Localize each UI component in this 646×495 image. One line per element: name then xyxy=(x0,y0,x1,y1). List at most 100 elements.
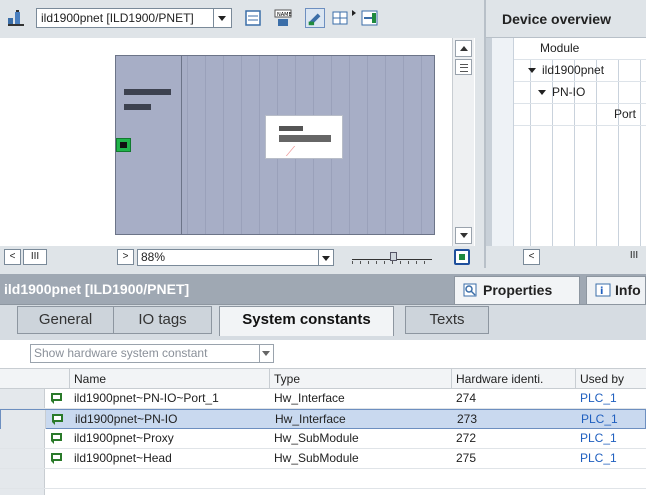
constant-icon xyxy=(52,414,63,425)
filter-select[interactable]: Show hardware system constant xyxy=(30,344,260,363)
cell-hwid[interactable]: 273 xyxy=(453,410,577,429)
table-row[interactable]: ild1900pnet~Head Hw_SubModule 275 PLC_1 xyxy=(0,449,646,469)
column-header-used-by[interactable]: Used by xyxy=(576,369,646,389)
network-view-icon[interactable] xyxy=(6,8,26,28)
properties-icon xyxy=(463,283,477,297)
hardware-config-window: ild1900pnet [ILD1900/PNET] NAME < III > … xyxy=(0,0,646,495)
zoom-dropdown[interactable] xyxy=(319,249,334,266)
module-part xyxy=(285,146,307,156)
cell-used-by-link[interactable]: PLC_1 xyxy=(576,429,646,448)
slider-knob[interactable] xyxy=(390,252,397,261)
table-row-empty[interactable] xyxy=(0,469,646,489)
grid-icon[interactable] xyxy=(330,8,350,28)
constant-icon xyxy=(51,433,62,444)
tab-properties-label: Properties xyxy=(483,282,553,298)
tab-info[interactable]: i Info xyxy=(586,276,646,304)
device-overview-icon[interactable] xyxy=(243,8,263,28)
constant-icon xyxy=(51,453,62,464)
overview-title: Device overview xyxy=(502,11,611,27)
device-select-dropdown[interactable] xyxy=(214,8,232,28)
horizontal-scroll-thumb[interactable]: III xyxy=(23,249,47,265)
column-header-hwid[interactable]: Hardware identi. xyxy=(452,369,576,389)
cell-type[interactable]: Hw_Interface xyxy=(271,410,453,429)
overview-row-pnio[interactable]: PN-IO xyxy=(514,82,646,104)
row-header[interactable] xyxy=(0,449,45,468)
overview-row-port[interactable]: Port xyxy=(514,104,646,126)
row-header[interactable] xyxy=(0,469,45,488)
tab-io-tags[interactable]: IO tags xyxy=(113,306,212,334)
overview-toggle-icon[interactable] xyxy=(360,8,380,28)
cell-type[interactable]: Hw_SubModule xyxy=(270,449,452,468)
object-title: ild1900pnet [ILD1900/PNET] xyxy=(4,281,190,297)
device-overview-panel: Device overview Module ild1900pnet PN-IO… xyxy=(484,0,646,268)
scroll-left-button[interactable]: < xyxy=(523,249,540,265)
overview-header-module[interactable]: Module xyxy=(514,38,646,60)
overview-row-device[interactable]: ild1900pnet xyxy=(514,60,646,82)
device-canvas-area xyxy=(0,38,475,246)
scroll-up-button[interactable] xyxy=(455,40,472,57)
row-header[interactable] xyxy=(0,429,45,448)
tab-info-label: Info xyxy=(615,282,641,298)
cell-hwid[interactable]: 275 xyxy=(452,449,576,468)
cell-used-by-link[interactable]: PLC_1 xyxy=(576,389,646,408)
tab-texts[interactable]: Texts xyxy=(405,306,489,334)
scroll-right-button[interactable]: > xyxy=(117,249,134,265)
device-module[interactable] xyxy=(265,115,343,159)
row-header[interactable] xyxy=(0,389,45,408)
svg-text:NAME: NAME xyxy=(277,12,292,18)
show-tags-icon[interactable] xyxy=(305,8,325,28)
rack-head[interactable] xyxy=(116,56,182,234)
rack-label-bar xyxy=(124,89,171,95)
name-icon[interactable]: NAME xyxy=(273,8,293,28)
tab-system-constants[interactable]: System constants xyxy=(219,306,394,336)
table-row[interactable]: ild1900pnet~Proxy Hw_SubModule 272 PLC_1 xyxy=(0,429,646,449)
overview-horizontal-scrollbar[interactable]: < III xyxy=(486,246,646,268)
canvas-vertical-scrollbar[interactable] xyxy=(452,38,474,246)
cell-hwid[interactable]: 274 xyxy=(452,389,576,408)
column-header-name[interactable]: Name xyxy=(70,369,270,389)
module-part xyxy=(279,126,303,131)
cell-hwid[interactable]: 272 xyxy=(452,429,576,448)
expand-icon[interactable] xyxy=(538,90,546,96)
overview-left-strip xyxy=(486,38,492,246)
header-row-corner xyxy=(0,369,70,389)
table-row[interactable]: ild1900pnet~PN-IO~Port_1 Hw_Interface 27… xyxy=(0,389,646,409)
cell-name[interactable]: ild1900pnet~PN-IO xyxy=(71,410,271,429)
scroll-thumb[interactable] xyxy=(455,59,472,75)
row-header[interactable] xyxy=(1,410,46,429)
horizontal-scroll-thumb[interactable]: III xyxy=(622,249,646,265)
tab-properties[interactable]: Properties xyxy=(454,276,580,304)
constant-icon xyxy=(51,393,62,404)
svg-text:i: i xyxy=(600,286,603,297)
table-header: Name Type Hardware identi. Used by xyxy=(0,368,646,389)
tab-general[interactable]: General xyxy=(17,306,114,334)
rack-label-bar xyxy=(124,104,151,110)
filter-dropdown[interactable] xyxy=(260,344,274,363)
expand-icon[interactable] xyxy=(528,68,536,74)
column-header-type[interactable]: Type xyxy=(270,369,452,389)
cell-used-by-link[interactable]: PLC_1 xyxy=(577,410,646,429)
cell-type[interactable]: Hw_Interface xyxy=(270,389,452,408)
rack-canvas[interactable] xyxy=(115,55,435,235)
device-select[interactable]: ild1900pnet [ILD1900/PNET] xyxy=(36,8,214,28)
info-icon: i xyxy=(595,283,611,297)
zoom-slider[interactable] xyxy=(352,250,432,264)
scroll-left-button[interactable]: < xyxy=(4,249,21,265)
device-view-toolbar: ild1900pnet [ILD1900/PNET] NAME xyxy=(0,0,484,38)
overview-row-label: Port xyxy=(614,107,637,121)
cell-name[interactable]: ild1900pnet~Head xyxy=(70,449,270,468)
zoom-select[interactable]: 88% xyxy=(137,249,319,266)
cell-used-by-link[interactable]: PLC_1 xyxy=(576,449,646,468)
slider-ticks xyxy=(352,261,432,264)
overview-title-bar: Device overview xyxy=(486,0,646,38)
more-icon[interactable] xyxy=(350,6,358,26)
overview-row-label: PN-IO xyxy=(552,85,586,99)
overview-row-label: ild1900pnet xyxy=(542,63,605,77)
cell-type[interactable]: Hw_SubModule xyxy=(270,429,452,448)
cell-name[interactable]: ild1900pnet~PN-IO~Port_1 xyxy=(70,389,270,408)
ethernet-port-icon[interactable] xyxy=(116,138,131,152)
scroll-down-button[interactable] xyxy=(455,227,472,244)
cell-name[interactable]: ild1900pnet~Proxy xyxy=(70,429,270,448)
table-row-selected[interactable]: ild1900pnet~PN-IO Hw_Interface 273 PLC_1 xyxy=(0,409,646,429)
navigation-view-icon[interactable] xyxy=(454,249,470,265)
